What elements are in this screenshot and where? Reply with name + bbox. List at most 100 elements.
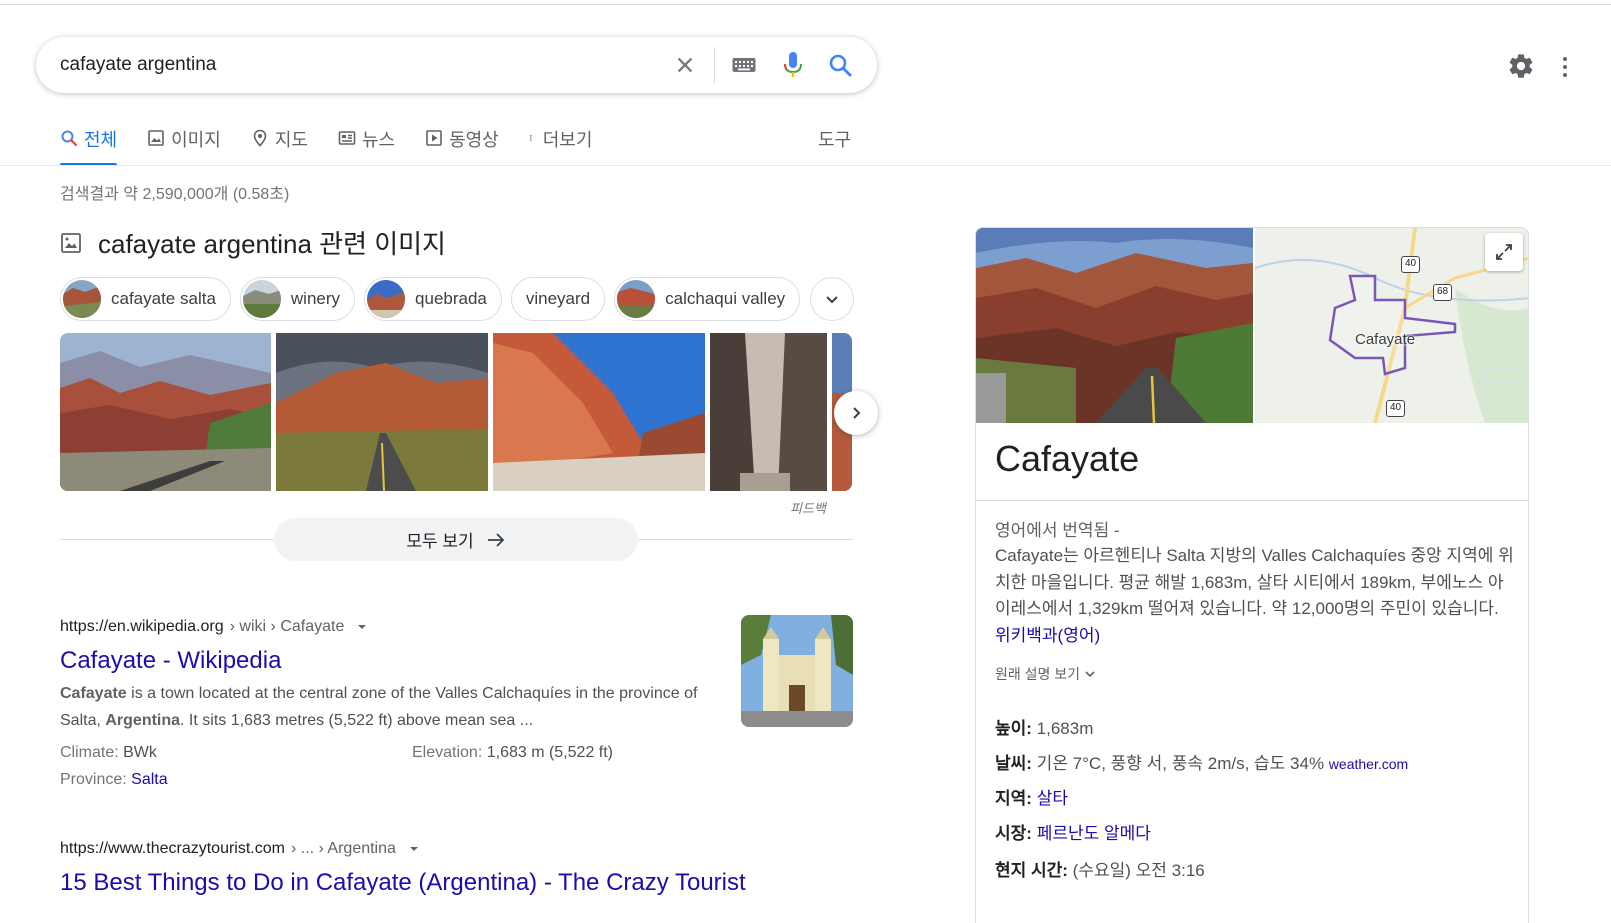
see-all-images-button[interactable]: 모두 보기 (274, 518, 638, 561)
expand-icon (1496, 244, 1512, 260)
tab-news[interactable]: 뉴스 (338, 124, 395, 166)
chip-thumbnail (617, 280, 656, 318)
image-refinement-chips: cafayate salta winery quebrada vineyard … (60, 277, 801, 321)
route-40-badge: 40 (1401, 256, 1420, 273)
chip-label: quebrada (415, 289, 487, 308)
fact-elevation: 높이: 1,683m (995, 714, 1093, 739)
result-climate: Climate: BWk (60, 744, 157, 762)
settings-button[interactable] (1504, 49, 1538, 83)
search-bar-divider (714, 47, 715, 83)
chevron-down-icon (826, 296, 838, 304)
snippet-highlight: Cafayate (60, 685, 127, 702)
province-label: Province: (60, 771, 132, 788)
image-result[interactable] (276, 333, 488, 491)
keyboard-button[interactable] (728, 49, 760, 81)
snippet-text: . It sits 1,683 metres (5,522 ft) above … (180, 712, 534, 729)
tab-maps[interactable]: 지도 (251, 124, 308, 166)
apps-menu-icon[interactable] (1562, 56, 1568, 78)
chip-vineyard[interactable]: vineyard (510, 277, 606, 321)
images-heading: cafayate argentina 관련 이미지 (60, 224, 446, 261)
fact-local-time: 현지 시간: (수요일) 오전 3:16 (995, 856, 1205, 881)
result-stats: 검색결과 약 2,590,000개 (0.58초) (60, 186, 290, 203)
images-feedback-link[interactable]: 피드백 (790, 498, 826, 517)
mayor-link[interactable]: 페르난도 알메다 (1037, 824, 1151, 843)
view-original-label: 원래 설명 보기 (995, 666, 1081, 682)
tab-more[interactable]: 더보기 (529, 124, 593, 166)
elevation-label: Elevation: (412, 744, 487, 761)
search-tabs: 전체 이미지 지도 뉴스 동영상 더보기 (60, 124, 622, 166)
fact-weather: 날씨: 기온 7°C, 풍향 서, 풍속 2m/s, 습도 34% weathe… (995, 749, 1408, 774)
chip-cafayate-salta[interactable]: cafayate salta (60, 277, 231, 321)
voice-search-button[interactable] (777, 49, 809, 81)
cite-domain: https://en.wikipedia.org (60, 618, 224, 635)
result-title[interactable]: 15 Best Things to Do in Cafayate (Argent… (60, 869, 746, 897)
chip-quebrada[interactable]: quebrada (364, 277, 502, 321)
search-icon (829, 54, 852, 77)
wikipedia-source-link[interactable]: 위키백과(영어) (995, 626, 1100, 645)
fact-mayor: 시장: 페르난도 알메다 (995, 819, 1151, 844)
image-result[interactable] (710, 333, 827, 491)
chevron-down-icon (1085, 671, 1095, 678)
tab-images[interactable]: 이미지 (147, 124, 221, 166)
fact-label: 시장: (995, 824, 1032, 843)
chip-thumbnail (63, 280, 101, 318)
tab-videos[interactable]: 동영상 (425, 124, 499, 166)
search-button[interactable] (824, 49, 856, 81)
fact-label: 높이: (995, 719, 1032, 738)
map-place-label: Cafayate (1355, 331, 1416, 348)
province-link[interactable]: Salta (131, 771, 167, 788)
result-cite[interactable]: https://en.wikipedia.org › wiki › Cafaya… (60, 618, 370, 636)
knowledge-panel: 40 68 40 Cafayate Cafayate 영어에서 번역됨 - Ca… (975, 227, 1529, 923)
tab-all[interactable]: 전체 (60, 124, 118, 166)
clear-search-button[interactable] (669, 49, 701, 81)
chip-label: vineyard (525, 289, 591, 308)
keyboard-icon (732, 58, 756, 72)
more-vert-icon (529, 135, 532, 141)
result-cite[interactable]: https://www.thecrazytourist.com › ... › … (60, 840, 422, 858)
image-carousel (60, 333, 852, 491)
chip-calchaqui-valley[interactable]: calchaqui valley (614, 277, 801, 321)
region-link[interactable]: 살타 (1037, 789, 1068, 808)
tab-label: 전체 (84, 130, 118, 150)
cite-domain: https://www.thecrazytourist.com (60, 840, 285, 857)
expand-chips-button[interactable] (810, 277, 854, 321)
tab-label: 뉴스 (361, 130, 396, 150)
chip-label: winery (290, 289, 341, 308)
caret-down-icon[interactable] (354, 619, 370, 635)
arrow-right-icon (487, 532, 504, 547)
description-text: Cafayate는 아르헨티나 Salta 지방의 Valles Calchaq… (995, 546, 1514, 618)
image-icon (61, 232, 81, 253)
weather-source-link[interactable]: weather.com (1329, 756, 1408, 772)
result-elevation: Elevation: 1,683 m (5,522 ft) (412, 744, 613, 762)
news-icon (338, 131, 356, 145)
fact-value: (수요일) 오전 3:16 (1067, 861, 1205, 880)
tab-label: 지도 (274, 130, 308, 150)
image-result[interactable] (493, 333, 705, 491)
cite-path: › ... › Argentina (290, 840, 396, 857)
tab-label: 더보기 (542, 130, 593, 150)
microphone-icon (784, 52, 802, 77)
chip-thumbnail (242, 280, 281, 318)
fact-label: 현지 시간: (995, 861, 1068, 880)
search-input[interactable] (60, 51, 620, 79)
chip-label: calchaqui valley (665, 289, 786, 308)
view-original-description[interactable]: 원래 설명 보기 (995, 664, 1096, 684)
tab-label: 이미지 (171, 130, 221, 150)
tab-label: 동영상 (449, 130, 499, 150)
caret-down-icon[interactable] (406, 841, 422, 857)
chip-winery[interactable]: winery (239, 277, 356, 321)
fact-label: 지역: (995, 789, 1032, 808)
knowledge-panel-title: Cafayate (995, 438, 1140, 479)
translated-note: 영어에서 번역됨 - (995, 521, 1120, 540)
result-title[interactable]: Cafayate - Wikipedia (60, 647, 281, 675)
elevation-value: 1,683 m (5,522 ft) (486, 744, 614, 761)
snippet-highlight: Argentina (105, 712, 181, 729)
tools-button[interactable]: 도구 (818, 126, 851, 152)
image-result[interactable] (60, 333, 271, 491)
fact-region: 지역: 살타 (995, 784, 1068, 809)
expand-map-button[interactable] (1485, 233, 1523, 271)
result-thumbnail[interactable] (741, 615, 853, 727)
knowledge-panel-photo[interactable] (976, 228, 1253, 423)
carousel-next-button[interactable] (834, 391, 878, 435)
climate-value: BWk (123, 744, 157, 761)
